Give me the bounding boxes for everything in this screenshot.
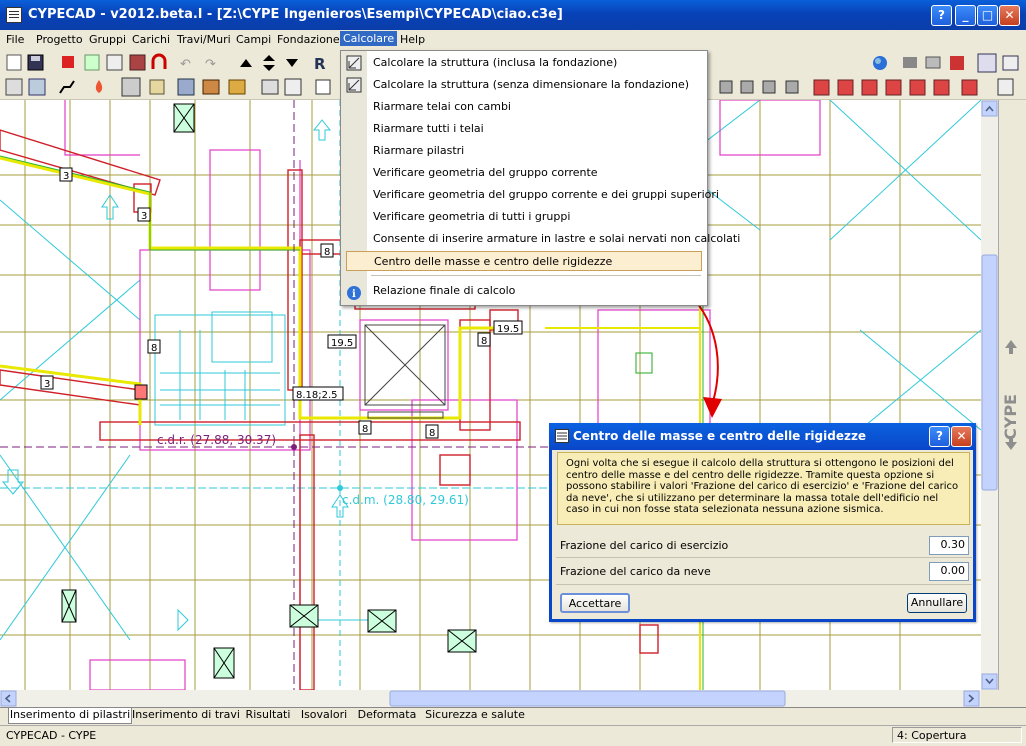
app-icon[interactable] — [6, 7, 22, 23]
svg-text:↷: ↷ — [205, 57, 217, 72]
center-of-rigidity-label: c.d.r. (27.88, 30.37) — [157, 433, 276, 447]
cype-side-logo: CYPE — [1001, 340, 1020, 450]
field-label-esercizio: Frazione del carico di esercizio — [560, 539, 729, 552]
minimize-button[interactable]: _ — [955, 5, 976, 26]
buttons-separator — [556, 584, 972, 585]
maximize-button[interactable]: □ — [977, 5, 998, 26]
menu-item-verificare-gruppo-corrente[interactable]: Verificare geometria del gruppo corrente — [373, 163, 598, 183]
tab-sicurezza-salute[interactable]: Sicurezza e salute — [422, 708, 528, 723]
menu-separator — [371, 275, 701, 276]
menu-carichi[interactable]: Carichi — [132, 33, 170, 46]
menu-item-armature-lastre[interactable]: Consente di inserire armature in lastre … — [373, 229, 740, 249]
label-3b: 3 — [141, 211, 147, 222]
menu-item-relazione-finale[interactable]: Relazione finale di calcolo — [373, 281, 515, 301]
menu-bar: File Progetto Gruppi Carichi Travi/Muri … — [0, 30, 1026, 50]
horizontal-scroll-thumb[interactable] — [389, 690, 786, 707]
scroll-right-arrow[interactable] — [963, 690, 980, 707]
calc-structure-no-foundation-icon — [346, 77, 362, 93]
label-8d: 8 — [362, 424, 368, 435]
status-current-group: 4: Copertura — [892, 727, 1022, 743]
close-button[interactable]: ✕ — [999, 5, 1020, 26]
label-8e: 8 — [429, 428, 435, 439]
tab-inserimento-travi[interactable]: Inserimento di travi — [130, 708, 242, 723]
menu-gruppi[interactable]: Gruppi — [89, 33, 126, 46]
dialog-app-icon — [555, 429, 569, 443]
menu-file[interactable]: File — [6, 33, 24, 46]
dialog-info-text: Ogni volta che si esegue il calcolo dell… — [557, 452, 970, 525]
calcolare-dropdown-menu: i Calcolare la struttura (inclusa la fon… — [340, 50, 740, 306]
vertical-scroll-thumb[interactable] — [981, 254, 998, 491]
annullare-button[interactable]: Annullare — [907, 593, 967, 613]
field-input-neve[interactable]: 0.00 — [929, 562, 969, 581]
svg-text:i: i — [352, 289, 356, 300]
title-bar: CYPECAD - v2012.beta.l - [Z:\CYPE Ingeni… — [0, 0, 1026, 30]
label-8c: 8 — [481, 336, 487, 347]
dialog-help-button[interactable]: ? — [929, 426, 950, 447]
tab-inserimento-pilastri[interactable]: Inserimento di pilastri — [8, 708, 132, 724]
accettare-button[interactable]: Accettare — [560, 593, 630, 613]
red-arrow-head — [703, 397, 722, 418]
info-icon: i — [347, 286, 361, 300]
menu-item-calcolare-fondazione[interactable]: Calcolare la struttura (inclusa la fonda… — [373, 53, 617, 73]
tab-risultati[interactable]: Risultati — [243, 708, 293, 723]
scroll-up-arrow[interactable] — [981, 100, 998, 117]
menu-help[interactable]: Help — [400, 33, 425, 46]
menu-item-verificare-gruppi-superiori[interactable]: Verificare geometria del gruppo corrente… — [373, 185, 719, 205]
label-8b: 8 — [151, 343, 157, 354]
center-of-mass-label: c.d.m. (28.80, 29.61) — [342, 493, 469, 507]
tab-isovalori[interactable]: Isovalori — [296, 708, 352, 723]
menu-item-centro-masse-rigidezze[interactable]: Centro delle masse e centro delle rigide… — [346, 251, 702, 271]
label-8a: 8 — [324, 247, 330, 258]
scroll-down-arrow[interactable] — [981, 673, 998, 690]
field-separator — [556, 557, 972, 558]
window-title: CYPECAD - v2012.beta.l - [Z:\CYPE Ingeni… — [28, 7, 563, 22]
menu-calcolare[interactable]: Calcolare — [340, 31, 398, 46]
svg-text:↶: ↶ — [180, 57, 191, 72]
status-app-name: CYPECAD - CYPE — [6, 729, 97, 742]
menu-item-riarmare-telai-cambi[interactable]: Riarmare telai con cambi — [373, 97, 511, 117]
tab-deformata[interactable]: Deformata — [356, 708, 418, 723]
label-19-5b: 19.5 — [497, 324, 519, 335]
menu-item-calcolare-senza-fondazione[interactable]: Calcolare la struttura (senza dimensiona… — [373, 75, 689, 95]
status-bar: CYPECAD - CYPE 4: Copertura — [0, 725, 1026, 746]
field-input-esercizio[interactable]: 0.30 — [929, 536, 969, 555]
centro-masse-dialog: Centro delle masse e centro delle rigide… — [549, 423, 976, 622]
field-label-neve: Frazione del carico da neve — [560, 565, 711, 578]
horizontal-scrollbar[interactable] — [0, 690, 981, 707]
dialog-close-button[interactable]: ✕ — [951, 426, 972, 447]
dialog-title-bar: Centro delle masse e centro delle rigide… — [549, 423, 976, 450]
menu-item-riarmare-pilastri[interactable]: Riarmare pilastri — [373, 141, 464, 161]
vertical-scrollbar[interactable] — [981, 100, 998, 690]
menu-item-verificare-tutti-gruppi[interactable]: Verificare geometria di tutti i gruppi — [373, 207, 570, 227]
svg-text:R: R — [314, 55, 326, 73]
menu-campi[interactable]: Campi — [236, 33, 271, 46]
label-3c: 3 — [44, 379, 50, 390]
label-8-18: 8.18;2.5 — [296, 390, 338, 401]
calc-structure-icon — [346, 55, 362, 71]
menu-progetto[interactable]: Progetto — [36, 33, 83, 46]
menu-item-riarmare-tutti-telai[interactable]: Riarmare tutti i telai — [373, 119, 484, 139]
dialog-title: Centro delle masse e centro delle rigide… — [573, 429, 867, 443]
svg-text:CYPE: CYPE — [1001, 394, 1020, 440]
menu-travi-muri[interactable]: Travi/Muri — [177, 33, 231, 46]
label-19-5a: 19.5 — [331, 338, 353, 349]
help-window-button[interactable]: ? — [931, 5, 952, 26]
menu-fondazione[interactable]: Fondazione — [277, 33, 340, 46]
scroll-left-arrow[interactable] — [0, 690, 17, 707]
tab-bar: Inserimento di pilastri Inserimento di t… — [0, 707, 1026, 725]
label-3a: 3 — [63, 171, 69, 182]
